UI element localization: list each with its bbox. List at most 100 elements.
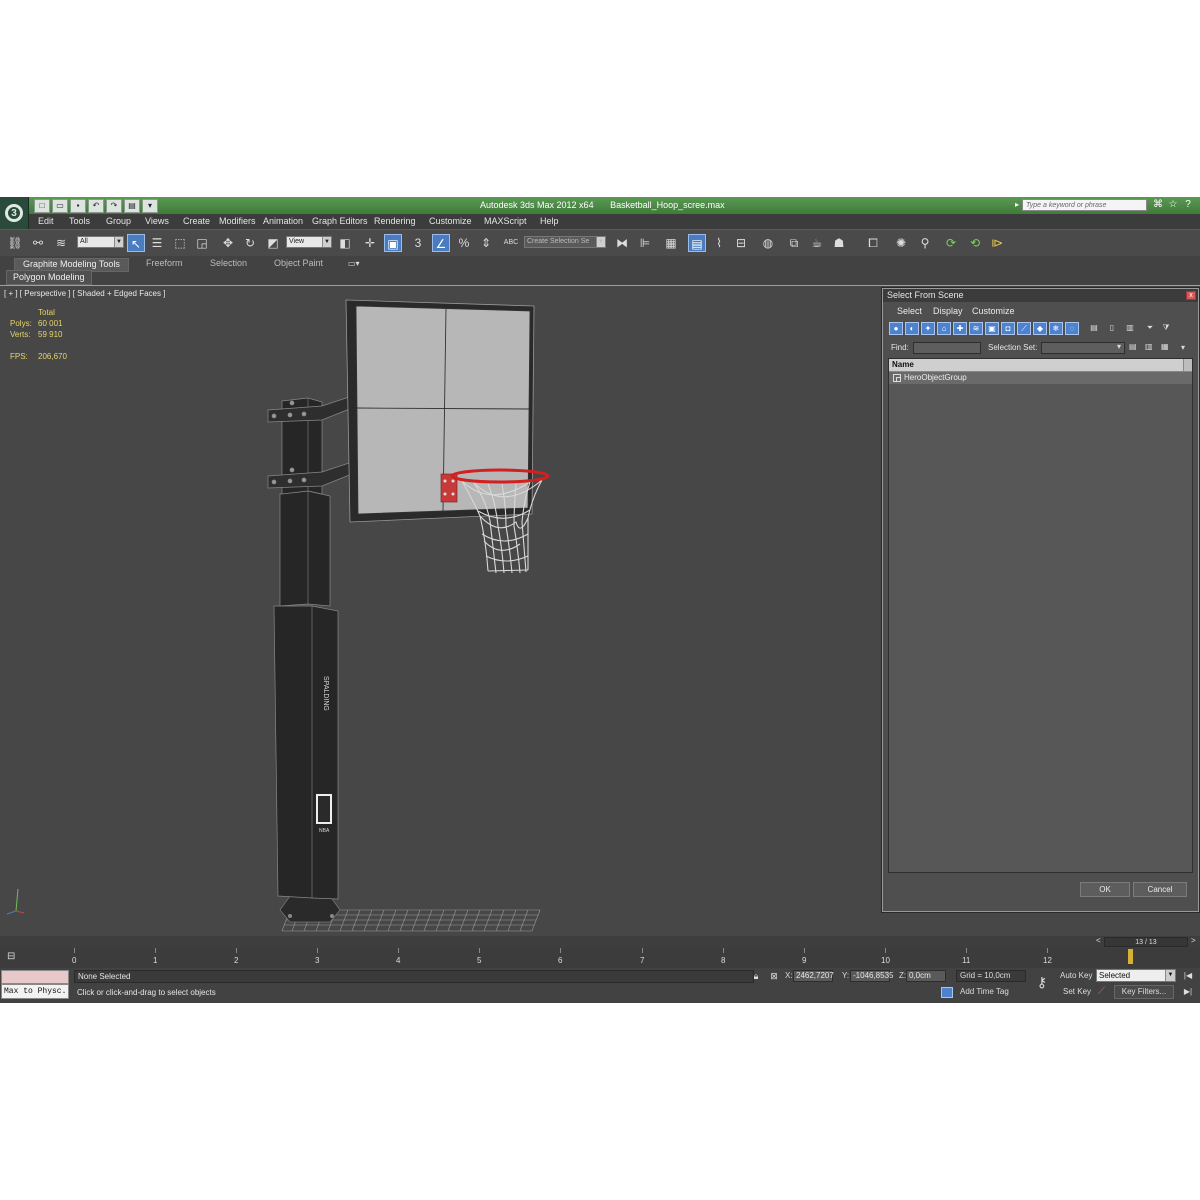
dialog-menu-select[interactable]: Select [897,306,922,316]
containers-filter-icon[interactable]: ◆ [1033,322,1047,335]
auto-key-button[interactable]: Auto Key [1060,971,1092,980]
move-icon[interactable]: ✥ [219,234,237,252]
ok-button[interactable]: OK [1080,882,1130,897]
layer-manager-icon[interactable]: ▦ [662,234,680,252]
material-editor-icon[interactable]: ◍ [759,234,777,252]
key-icon[interactable]: ⚷ [1031,974,1053,994]
percent-snap-icon[interactable]: % [455,234,473,252]
unlink-selection-icon[interactable]: ⚯ [29,234,47,252]
infocenter-search-input[interactable]: Type a keyword or phrase [1022,199,1147,211]
basketball-hoop-model[interactable]: SPALDING NBA [0,286,600,936]
track-bar[interactable]: ⊟ 0 1 2 3 4 5 6 7 8 9 10 11 12 [0,948,1200,969]
tab-object-paint[interactable]: Object Paint [274,258,323,270]
time-tag-icon[interactable] [941,987,953,998]
set-key-button[interactable]: Set Key [1063,987,1091,996]
go-to-start-icon[interactable]: |◀ [1182,971,1194,982]
groups-filter-icon[interactable]: ▣ [985,322,999,335]
y-coordinate-field[interactable]: -1046,8535 [850,970,893,982]
tab-freeform[interactable]: Freeform [146,258,183,270]
select-none-icon[interactable]: ▥ [1145,342,1153,351]
filter-options-icon[interactable]: ⧩ [1159,322,1173,335]
ribbon-minimize-icon[interactable]: ▭▾ [348,259,364,268]
expand-options-icon[interactable]: ▾ [1181,343,1185,352]
menu-tools[interactable]: Tools [69,216,90,226]
mirror-icon[interactable]: ⧓ [613,234,631,252]
polygon-modeling-panel[interactable]: Polygon Modeling [6,270,92,285]
binoculars-icon[interactable]: ⌘ [1152,199,1164,211]
next-frame-icon[interactable]: > [1191,936,1196,945]
curve-editor-icon[interactable]: ⌇ [710,234,728,252]
lights-filter-icon[interactable]: ✦ [921,322,935,335]
menu-customize[interactable]: Customize [429,216,472,226]
shapes-filter-icon[interactable]: ◐ [905,322,919,335]
time-slider[interactable]: 13 / 13 [1104,937,1188,947]
window-crossing-icon[interactable]: ◲ [193,234,211,252]
render-production-icon[interactable]: ☗ [830,234,848,252]
align-icon[interactable]: ⊫ [636,234,654,252]
menu-graph-editors[interactable]: Graph Editors [312,216,368,226]
select-object-icon[interactable]: ↖ [127,234,145,252]
menu-views[interactable]: Views [145,216,169,226]
geometry-filter-icon[interactable]: ● [889,322,903,335]
select-invert-icon[interactable]: ▦ [1161,342,1169,351]
select-by-name-icon[interactable]: ☰ [148,234,166,252]
filter-icon[interactable]: ⏷ [1143,322,1157,335]
scroll-up-icon[interactable] [1183,359,1192,371]
edit-named-selection-icon[interactable]: ABC [502,234,520,252]
display-all-icon[interactable]: ▤ [1087,322,1101,335]
dialog-menu-customize[interactable]: Customize [972,306,1015,316]
cameras-filter-icon[interactable]: ⌂ [937,322,951,335]
dialog-title-bar[interactable]: Select From Scene [883,289,1198,302]
maxscript-input[interactable] [1,970,69,984]
tab-selection[interactable]: Selection [210,258,247,270]
menu-create[interactable]: Create [183,216,210,226]
redo-icon[interactable]: ↷ [106,199,122,213]
animation-tool-1-icon[interactable]: ⟳ [942,234,960,252]
rotate-icon[interactable]: ↻ [241,234,259,252]
current-frame-marker[interactable] [1128,949,1133,964]
camera-tools-icon[interactable]: ⚲ [916,234,934,252]
selection-set-input[interactable] [1041,342,1125,354]
manage-layers-icon[interactable]: ⧠ [864,234,882,252]
key-filters-button[interactable]: Key Filters... [1114,985,1174,999]
undo-icon[interactable]: ↶ [88,199,104,213]
menu-modifiers[interactable]: Modifiers [219,216,256,226]
menu-animation[interactable]: Animation [263,216,303,226]
mini-curve-editor-icon[interactable]: ⊟ [7,951,21,964]
space-warps-filter-icon[interactable]: ≋ [969,322,983,335]
maxscript-output[interactable]: Max to Physc. [1,984,69,999]
spinner-snap-icon[interactable]: ⇕ [477,234,495,252]
angle-snap-icon[interactable]: ∠ [432,234,450,252]
graphite-toggle-icon[interactable]: ▤ [688,234,706,252]
invert-display-icon[interactable]: ▥ [1123,322,1137,335]
qat-dropdown-icon[interactable]: ▾ [142,199,158,213]
menu-maxscript[interactable]: MAXScript [484,216,527,226]
reference-coordinate-dropdown[interactable]: View ▼ [286,236,332,248]
menu-edit[interactable]: Edit [38,216,54,226]
render-setup-icon[interactable]: ⧉ [785,234,803,252]
set-key-icon[interactable]: ⟋ [1098,986,1105,997]
animation-tool-3-icon[interactable]: ⧐ [988,234,1006,252]
named-selection-set-dropdown[interactable]: Create Selection Se ▼ [524,236,606,248]
list-item[interactable]: HeroObjectGroup [889,372,1192,384]
keyboard-shortcut-override-icon[interactable]: ▣ [384,234,402,252]
helpers-filter-icon[interactable]: ✚ [953,322,967,335]
cancel-button[interactable]: Cancel [1133,882,1187,897]
chevron-down-icon[interactable]: ▾ [1117,342,1121,351]
save-file-icon[interactable]: ▪ [70,199,86,213]
help-icon[interactable]: ? [1182,199,1194,211]
search-expand-icon[interactable]: ▸ [1015,200,1019,209]
menu-group[interactable]: Group [106,216,131,226]
previous-frame-icon[interactable]: < [1096,936,1101,945]
select-manipulate-icon[interactable]: ✛ [361,234,379,252]
scale-icon[interactable]: ◩ [264,234,282,252]
selection-filter-dropdown[interactable]: All ▼ [77,236,124,248]
menu-help[interactable]: Help [540,216,559,226]
star-icon[interactable]: ☆ [1167,199,1179,211]
bind-to-space-warp-icon[interactable]: ≋ [52,234,70,252]
render-frame-icon[interactable]: ☕ [808,234,826,252]
add-time-tag[interactable]: Add Time Tag [960,987,1009,996]
frozen-filter-icon[interactable]: ❄ [1049,322,1063,335]
open-file-icon[interactable]: ▭ [52,199,68,213]
x-coordinate-field[interactable]: 2462,7207 [793,970,834,982]
